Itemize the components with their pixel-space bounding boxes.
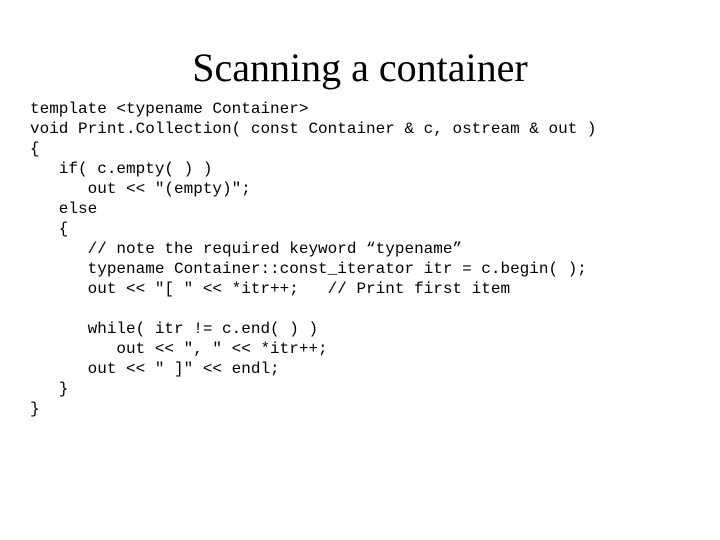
slide: Scanning a container template <typename … — [0, 44, 720, 540]
slide-title: Scanning a container — [0, 44, 720, 91]
code-block: template <typename Container> void Print… — [30, 99, 690, 419]
